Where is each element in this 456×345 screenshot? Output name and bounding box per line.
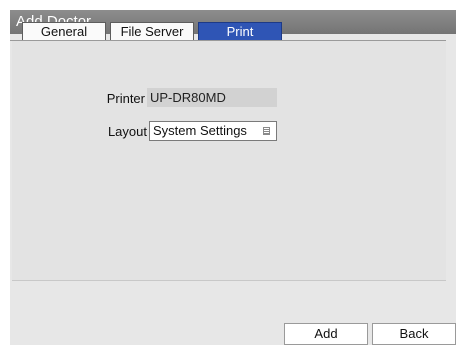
tab-file-server[interactable]: File Server — [110, 22, 194, 41]
layout-select[interactable]: System Settings — [149, 121, 277, 141]
printer-label: Printer — [106, 91, 145, 106]
print-tab-panel — [12, 41, 446, 281]
dropdown-list-icon — [263, 127, 270, 135]
layout-label: Layout — [107, 124, 147, 139]
layout-select-value: System Settings — [153, 123, 247, 138]
back-button[interactable]: Back — [372, 323, 456, 345]
add-button[interactable]: Add — [284, 323, 368, 345]
tab-general[interactable]: General — [22, 22, 106, 41]
printer-field: UP-DR80MD — [147, 88, 277, 107]
tab-print[interactable]: Print — [198, 22, 282, 41]
